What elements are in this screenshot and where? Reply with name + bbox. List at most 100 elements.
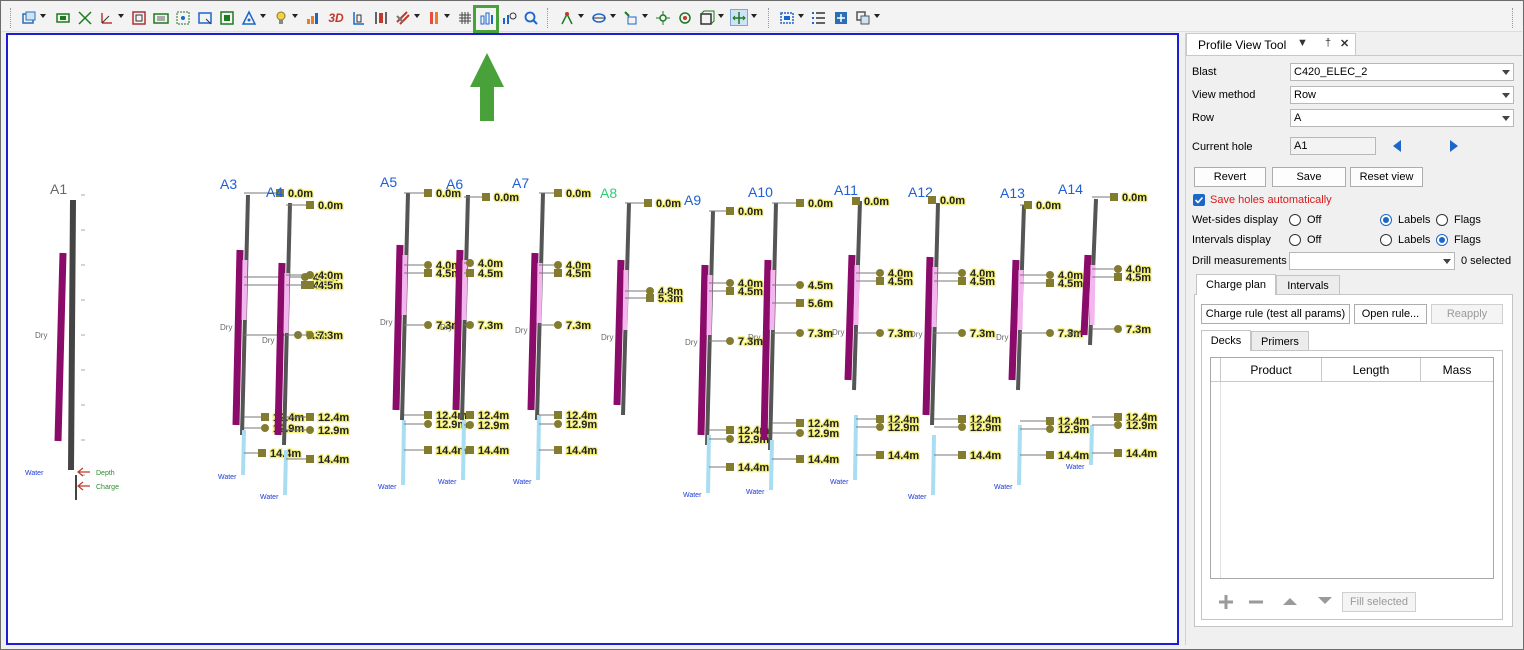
save-auto-checkbox[interactable] (1193, 194, 1205, 206)
depth-label: 0.0m (656, 198, 681, 210)
profile-viewport[interactable]: A1 Dry Water Depth Charge A3 0.0m 4.0m 4.5m 7.3m 1… (6, 33, 1179, 645)
open-rule-button[interactable]: Open rule... (1354, 304, 1427, 324)
depth-label: 12.9m (888, 422, 919, 434)
box-icon[interactable] (698, 9, 715, 26)
dashed-select-icon[interactable] (778, 9, 795, 26)
reset-view-button[interactable]: Reset view (1350, 167, 1423, 187)
network-icon[interactable] (558, 9, 575, 26)
toolbar-grip[interactable] (10, 8, 12, 28)
next-hole-icon[interactable] (1448, 139, 1460, 153)
fill-selected-button[interactable]: Fill selected (1342, 592, 1416, 612)
dry-label: Dry (1068, 328, 1080, 337)
lightbulb-icon[interactable] (272, 9, 289, 26)
revert-button[interactable]: Revert (1194, 167, 1266, 187)
wet-sides-labels-radio[interactable] (1380, 214, 1392, 226)
depth-label: 12.4m (318, 412, 349, 424)
wet-sides-off-radio[interactable] (1289, 214, 1301, 226)
primer-marker (1046, 329, 1054, 337)
snap-icon[interactable] (174, 9, 191, 26)
triangle-tool-icon[interactable] (240, 9, 257, 26)
blast-value: C420_ELEC_2 (1294, 66, 1368, 78)
align-icon[interactable] (730, 9, 748, 26)
decktop-marker (482, 193, 490, 201)
chevron-down-icon[interactable] (444, 14, 450, 18)
bar-chart-icon[interactable] (304, 9, 321, 26)
tab-decks[interactable]: Decks (1201, 330, 1251, 351)
section-icon[interactable] (350, 9, 367, 26)
add-deck-icon[interactable] (1216, 593, 1236, 611)
toolbar-grip-right (1512, 8, 1514, 28)
remove-deck-icon[interactable] (1246, 593, 1266, 611)
save-button[interactable]: Save (1272, 167, 1346, 187)
depth-label: 12.9m (1126, 420, 1157, 432)
flow-icon[interactable] (654, 9, 671, 26)
frame-icon[interactable] (130, 9, 147, 26)
points-icon[interactable] (622, 9, 639, 26)
column-header-length[interactable]: Length (1322, 358, 1421, 382)
chevron-down-icon[interactable] (610, 14, 616, 18)
resize-icon[interactable] (76, 9, 93, 26)
window-layout-icon[interactable] (20, 9, 37, 26)
pin-icon[interactable]: † (1325, 37, 1331, 49)
move-up-icon[interactable] (1281, 595, 1299, 607)
decktop-marker (306, 201, 314, 209)
blast-select[interactable]: C420_ELEC_2 (1290, 63, 1514, 81)
layers-icon[interactable] (394, 9, 411, 26)
intervals-flags-radio[interactable] (1436, 234, 1448, 246)
search-icon[interactable] (522, 9, 539, 26)
chevron-down-icon[interactable] (718, 14, 724, 18)
column-header-mass[interactable]: Mass (1421, 358, 1493, 382)
chevron-down-icon[interactable] (578, 14, 584, 18)
tab-primers[interactable]: Primers (1251, 331, 1309, 351)
cloud-icon[interactable] (590, 9, 607, 26)
list-icon[interactable] (810, 9, 827, 26)
tab-intervals[interactable]: Intervals (1276, 275, 1340, 295)
drill-measurements-select[interactable] (1289, 252, 1455, 270)
primer-marker (958, 269, 966, 277)
column-header-product[interactable]: Product (1221, 358, 1322, 382)
intervals-labels-radio[interactable] (1380, 234, 1392, 246)
chevron-down-icon[interactable]: ▼ (1297, 37, 1308, 49)
select-box-icon[interactable] (54, 9, 71, 26)
tab-charge-plan[interactable]: Charge plan (1196, 274, 1276, 295)
row-select[interactable]: A (1290, 109, 1514, 127)
chevron-down-icon[interactable] (260, 14, 266, 18)
current-hole-field[interactable]: A1 (1290, 137, 1376, 155)
wet-sides-flags-radio[interactable] (1436, 214, 1448, 226)
measure-icon[interactable] (218, 9, 235, 26)
chevron-down-icon[interactable] (40, 14, 46, 18)
previous-hole-icon[interactable] (1391, 139, 1403, 153)
reapply-button[interactable]: Reapply (1431, 304, 1503, 324)
text-3d-icon[interactable]: 3D (326, 9, 346, 26)
decktop-marker (424, 269, 432, 277)
chevron-down-icon[interactable] (414, 14, 420, 18)
zoom-chart-icon[interactable] (500, 9, 517, 26)
chevron-down-icon[interactable] (874, 14, 880, 18)
charge-rule-button[interactable]: Charge rule (test all params) (1201, 304, 1350, 324)
water-band (1089, 424, 1094, 466)
stemming-band (1017, 269, 1024, 331)
hole-label: A4 (266, 184, 283, 200)
chevron-down-icon[interactable] (292, 14, 298, 18)
chevron-down-icon[interactable] (118, 14, 124, 18)
color-ramp-icon[interactable] (426, 9, 443, 26)
copy-icon[interactable] (854, 9, 871, 26)
view-method-select[interactable]: Row (1290, 86, 1514, 104)
bracket-icon[interactable] (372, 9, 389, 26)
decks-table[interactable]: Product Length Mass (1210, 357, 1494, 579)
intervals-off-radio[interactable] (1289, 234, 1301, 246)
cluster-icon[interactable] (676, 9, 693, 26)
move-down-icon[interactable] (1316, 595, 1334, 607)
chevron-down-icon[interactable] (751, 14, 757, 18)
chevron-down-icon[interactable] (642, 14, 648, 18)
close-icon[interactable]: ✕ (1340, 37, 1349, 50)
profile-view-tool-icon[interactable] (478, 9, 495, 26)
grid-icon[interactable] (456, 9, 473, 26)
decktop-marker (644, 199, 652, 207)
frame-select-icon[interactable] (152, 9, 169, 26)
window-icon[interactable] (196, 9, 213, 26)
axis-tool-icon[interactable] (98, 9, 115, 26)
move-icon[interactable] (832, 9, 849, 26)
chevron-down-icon[interactable] (798, 14, 804, 18)
profile-drawing[interactable]: A1DryWater DepthChargeA30.0m4.0m4.5m7.3m1… (8, 35, 1177, 643)
